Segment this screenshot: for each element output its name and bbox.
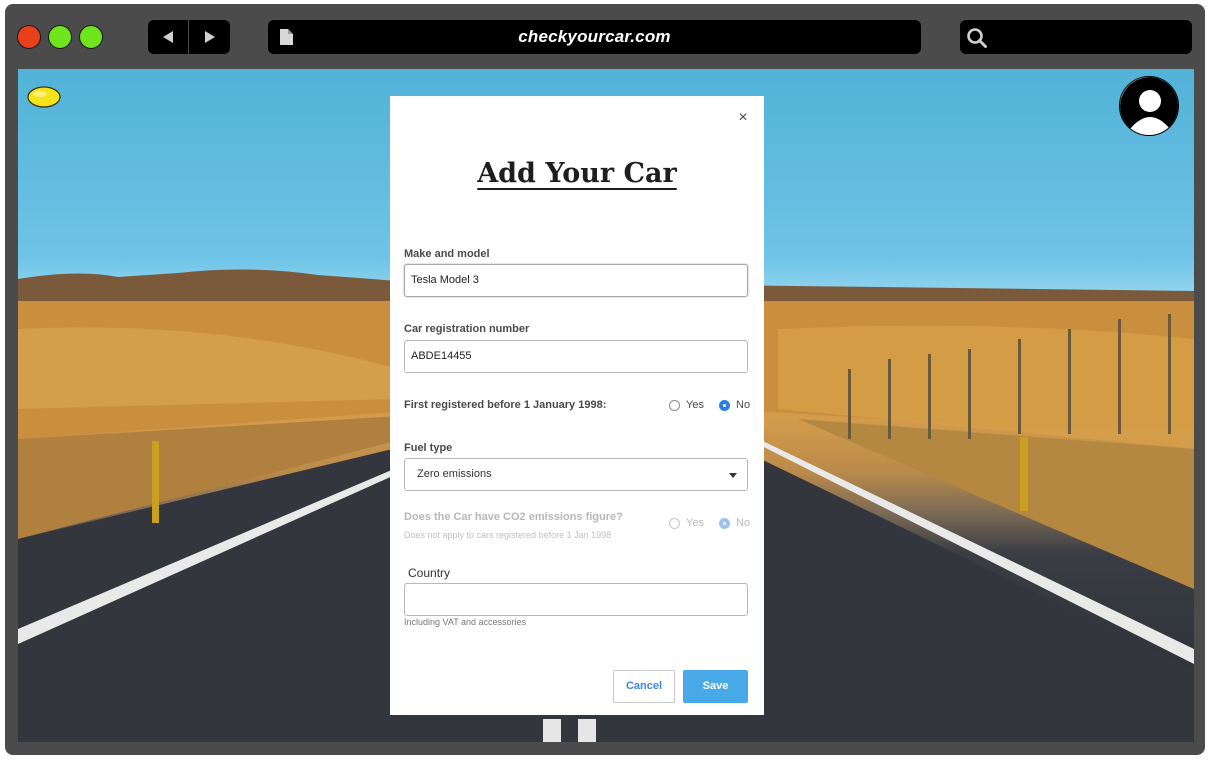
cancel-button[interactable]: Cancel <box>613 670 675 703</box>
add-car-dialog: × Add Your Car Make and model Tesla Mode… <box>390 96 764 715</box>
search-icon <box>967 28 987 48</box>
co2-label: Does the Car have CO2 emissions figure? <box>404 511 623 523</box>
browser-titlebar: checkyourcar.com <box>5 4 1205 68</box>
first-registered-yes-radio[interactable] <box>669 399 680 411</box>
user-avatar-icon[interactable] <box>1119 76 1179 136</box>
first-registered-no-label: No <box>736 399 751 411</box>
lemon-icon[interactable] <box>26 85 62 109</box>
country-input[interactable] <box>404 583 748 616</box>
close-icon[interactable]: × <box>736 110 750 126</box>
first-registered-no-radio[interactable] <box>719 399 730 411</box>
registration-input[interactable]: ABDE14455 <box>404 340 748 373</box>
back-button[interactable] <box>148 20 189 54</box>
co2-yes-label: Yes <box>686 517 704 529</box>
first-registered-yes-option[interactable]: Yes <box>669 399 704 411</box>
co2-no-option: No <box>719 517 750 529</box>
forward-button[interactable] <box>189 20 230 54</box>
back-arrow-icon <box>163 31 173 43</box>
fuel-type-value: Zero emissions <box>417 468 492 480</box>
close-window-button[interactable] <box>17 25 41 49</box>
first-registered-no-option[interactable]: No <box>719 399 750 411</box>
minimize-window-button[interactable] <box>48 25 72 49</box>
save-button[interactable]: Save <box>683 670 748 703</box>
make-model-label: Make and model <box>404 248 490 260</box>
country-label: Country <box>408 566 451 580</box>
chevron-down-icon <box>729 473 737 478</box>
forward-arrow-icon <box>204 31 215 43</box>
navigation-buttons <box>148 20 230 54</box>
url-text: checkyourcar.com <box>518 27 671 46</box>
co2-yes-radio <box>669 517 680 529</box>
make-model-input[interactable]: Tesla Model 3 <box>404 264 748 297</box>
co2-yes-option: Yes <box>669 517 704 529</box>
first-registered-label: First registered before 1 January 1998: <box>404 399 607 411</box>
country-help-text: Including VAT and accessories <box>404 617 527 627</box>
person-icon <box>1120 77 1178 135</box>
registration-label: Car registration number <box>404 323 530 335</box>
fuel-type-select[interactable]: Zero emissions <box>404 458 748 491</box>
browser-search-bar[interactable] <box>960 20 1192 54</box>
fuel-type-label: Fuel type <box>404 442 453 454</box>
address-bar[interactable]: checkyourcar.com <box>268 20 921 54</box>
co2-no-radio <box>719 517 730 529</box>
maximize-window-button[interactable] <box>79 25 103 49</box>
co2-help-text: Does not apply to cars registered before… <box>404 530 612 540</box>
first-registered-yes-label: Yes <box>686 399 704 411</box>
dialog-title-wrap: Add Your Car <box>390 158 764 189</box>
co2-no-label: No <box>736 517 751 529</box>
dialog-title: Add Your Car <box>477 158 677 189</box>
